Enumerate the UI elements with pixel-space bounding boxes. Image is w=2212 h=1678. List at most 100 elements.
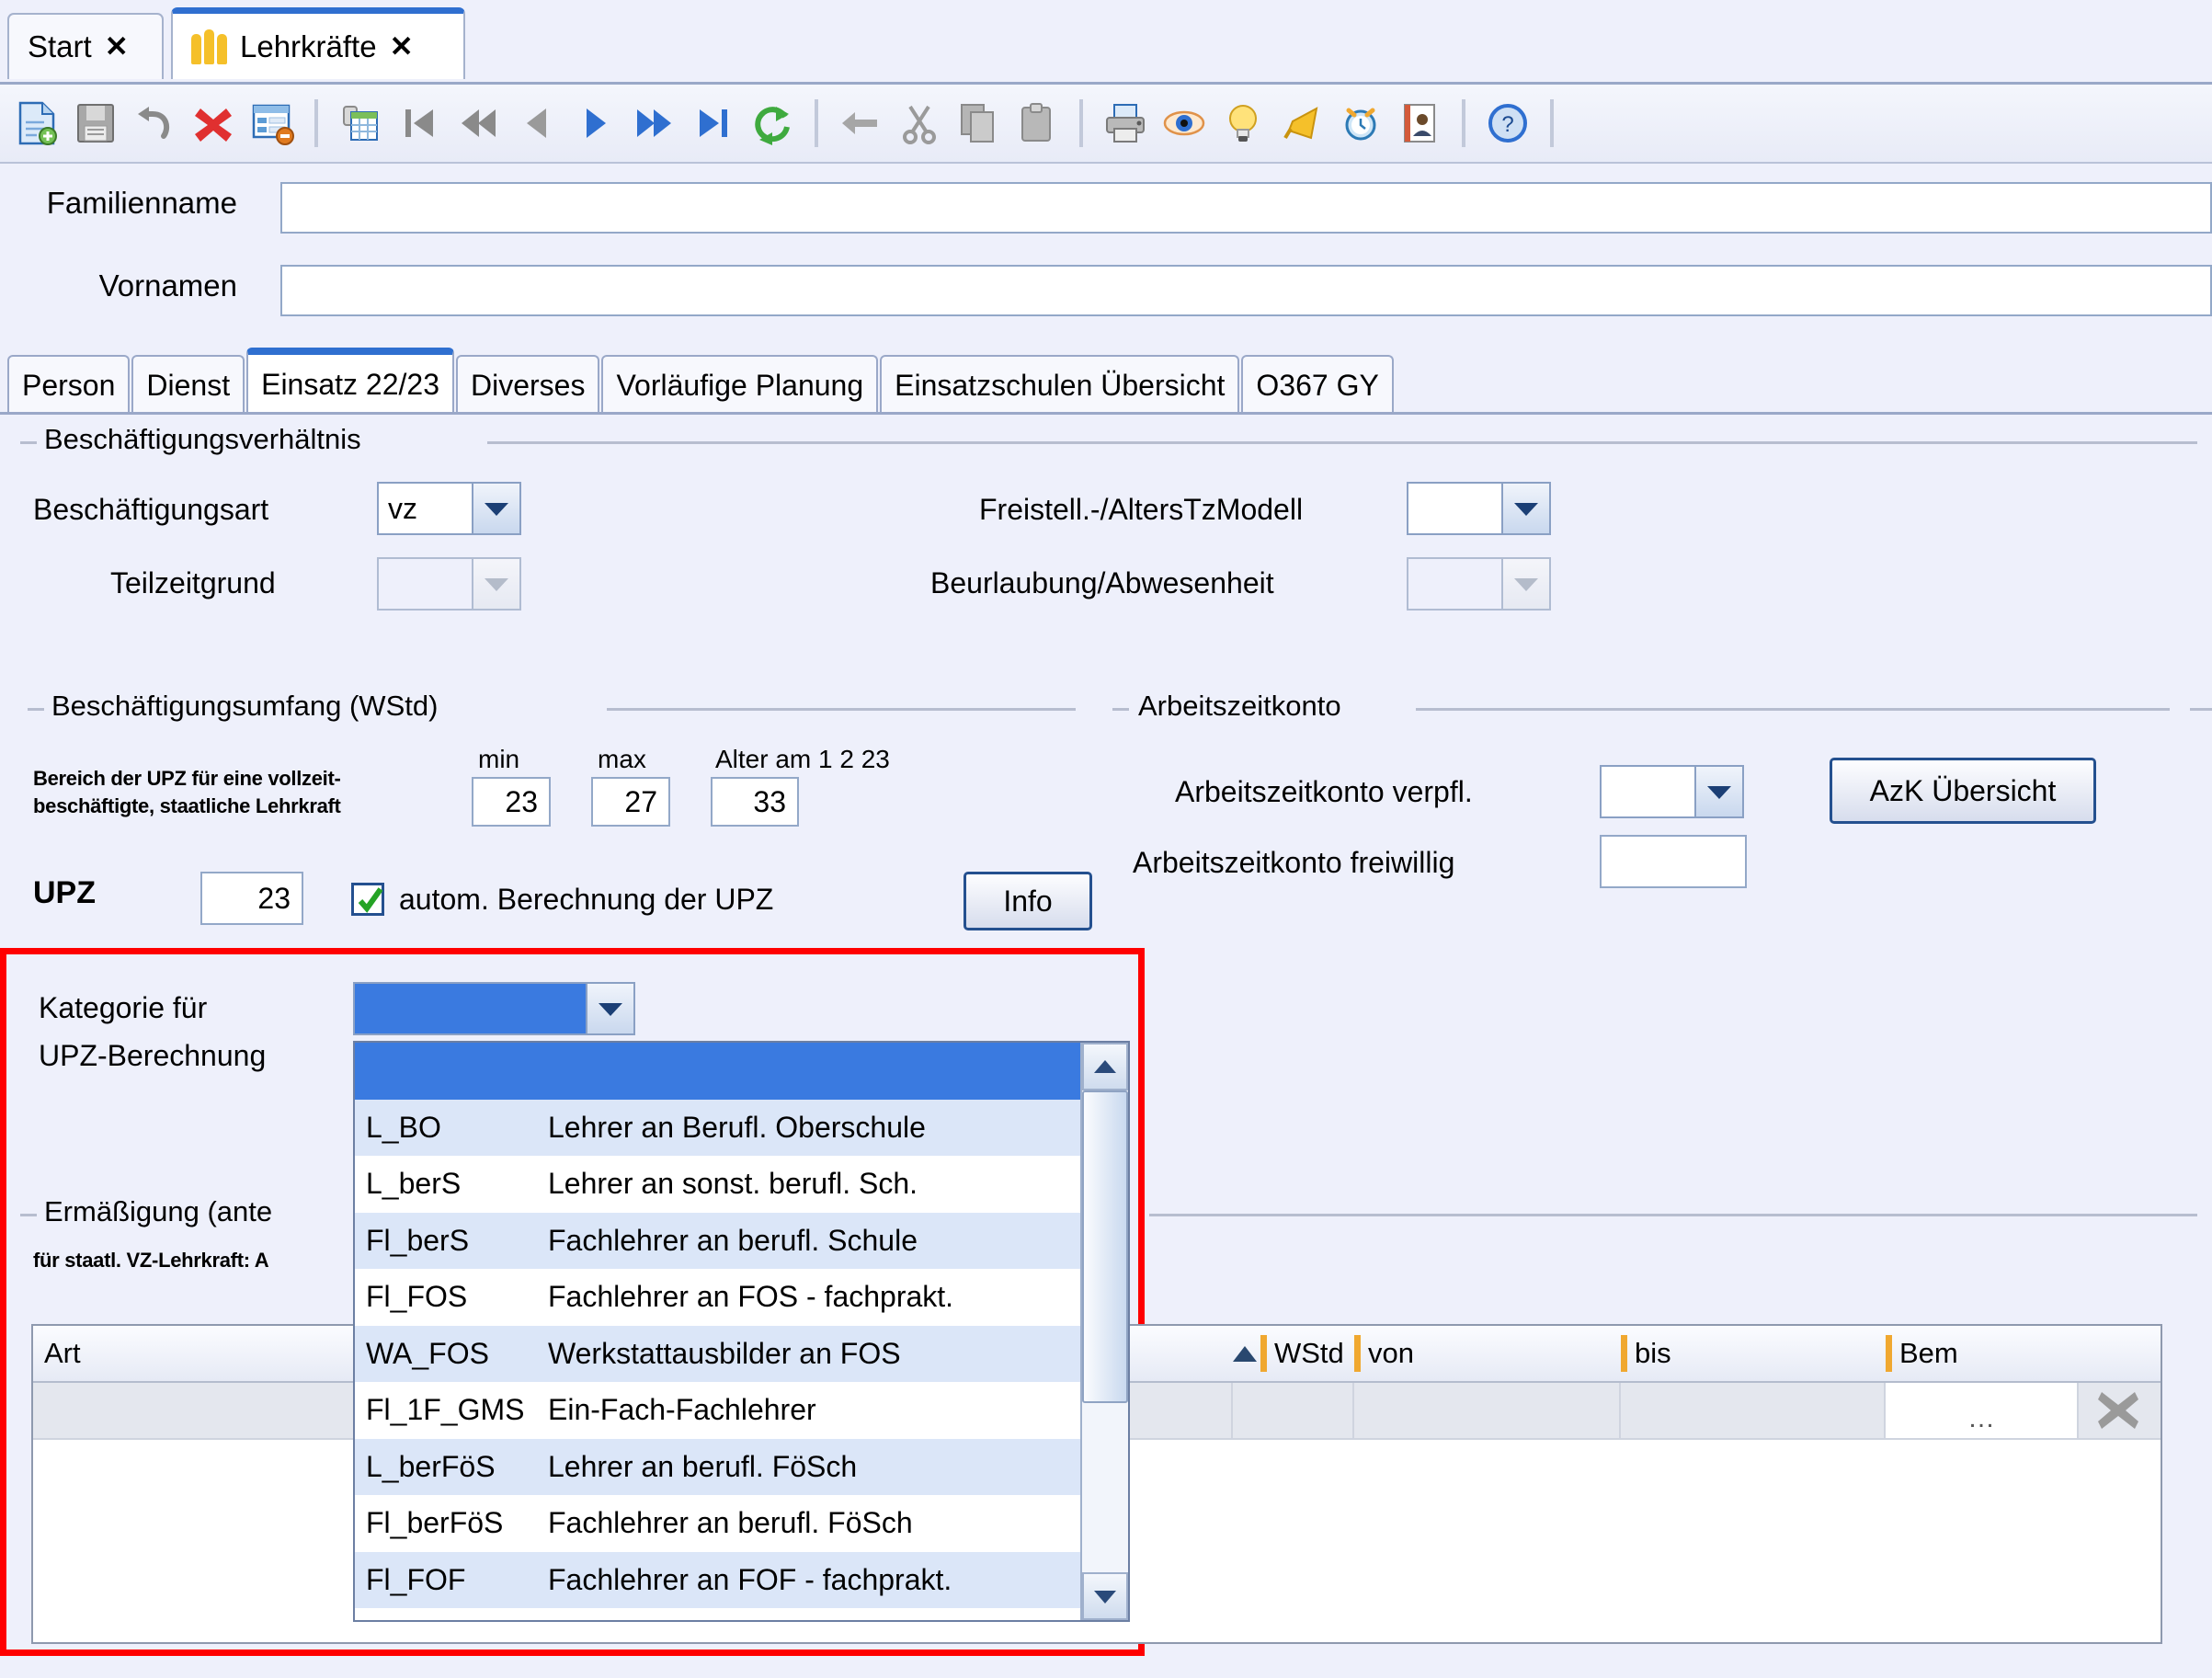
column-header-bis[interactable]: bis [1621,1325,1886,1382]
dropdown-option-l-berfoes[interactable]: L_berFöS Lehrer an berufl. FöSch [355,1438,1080,1495]
cell-wstd[interactable] [1233,1383,1354,1438]
tab-dienst[interactable]: Dienst [131,355,245,412]
scroll-down-icon[interactable] [1082,1572,1128,1620]
upz-value[interactable]: 23 [200,872,303,925]
dropdown-option-fl-bers[interactable]: Fl_berS Fachlehrer an berufl. Schule [355,1212,1080,1269]
column-header-von[interactable]: von [1354,1325,1621,1382]
help-icon[interactable]: ? [1478,94,1537,153]
chevron-down-icon[interactable] [1503,557,1551,611]
scrollbar-thumb[interactable] [1082,1090,1128,1403]
teilzeitgrund-combo[interactable] [377,557,521,611]
window-tab-label: Lehrkräfte [240,29,377,63]
fast-rewind-icon[interactable] [449,94,507,153]
undo-icon[interactable] [125,94,184,153]
chevron-down-icon[interactable] [587,982,635,1035]
delete-icon[interactable] [184,94,243,153]
dropdown-option-wa-fos[interactable]: WA_FOS Werkstattausbilder an FOS [355,1325,1080,1382]
option-text: Fachlehrer an berufl. Schule [548,1223,918,1257]
tab-person[interactable]: Person [7,355,131,412]
column-header-wstd[interactable]: WStd [1233,1325,1354,1382]
save-icon[interactable] [66,94,125,153]
back-arrow-icon[interactable] [831,94,890,153]
group-line [1149,1214,2197,1216]
option-code: Fl_FOF [366,1562,466,1596]
tab-diverses[interactable]: Diverses [456,355,600,412]
chevron-down-icon[interactable] [1696,765,1744,818]
max-value[interactable]: 27 [591,777,670,827]
group-line [487,441,2197,444]
beurlaubung-label: Beurlaubung/Abwesenheit [930,566,1274,599]
contact-icon[interactable] [1390,94,1449,153]
cell-bis[interactable] [1621,1383,1886,1438]
auto-upz-checkbox[interactable] [351,883,384,916]
window-tab-start[interactable]: Start ✕ [7,13,164,79]
column-divider [1621,1335,1627,1372]
list-view-icon[interactable] [331,94,390,153]
kategorie-dropdown-list[interactable]: L_BO Lehrer an Berufl. Oberschule L_berS… [353,1041,1130,1622]
toolbar-separator [1079,99,1083,147]
tab-o367-gy[interactable]: O367 GY [1241,355,1394,412]
beurlaubung-combo[interactable] [1407,557,1551,611]
new-document-icon[interactable] [7,94,66,153]
first-record-icon[interactable] [390,94,449,153]
azk-freiwillig-input[interactable] [1600,835,1747,888]
option-code: L_berFöS [366,1449,496,1483]
dropdown-option-l-bo[interactable]: L_BO Lehrer an Berufl. Oberschule [355,1099,1080,1156]
chevron-down-icon[interactable] [473,557,521,611]
dropdown-option-fl-1f-gms[interactable]: Fl_1F_GMS Ein-Fach-Fachlehrer [355,1382,1080,1439]
row-delete-icon[interactable] [2079,1383,2157,1438]
upz-note-line2: beschäftigte, staatliche Lehrkraft [33,794,341,817]
freistell-combo[interactable] [1407,482,1551,535]
scrollbar-track[interactable] [1082,1090,1128,1572]
alter-value[interactable]: 33 [711,777,799,827]
dropdown-scrollbar[interactable] [1080,1043,1128,1620]
dropdown-option-fl-berfoes[interactable]: Fl_berFöS Fachlehrer an berufl. FöSch [355,1495,1080,1552]
tab-einsatz[interactable]: Einsatz 22/23 [246,348,454,412]
vornamen-input[interactable] [280,265,2212,316]
alarm-icon[interactable] [1331,94,1390,153]
cell-von[interactable] [1354,1383,1621,1438]
dropdown-option-fl-fos[interactable]: Fl_FOS Fachlehrer an FOS - fachprakt. [355,1269,1080,1326]
tab-label: Dienst [146,368,231,402]
cell-bem-ellipsis-button[interactable]: … [1886,1383,2079,1438]
next-record-icon[interactable] [566,94,625,153]
info-button[interactable]: Info [963,872,1092,930]
azk-verpfl-combo[interactable] [1600,765,1744,818]
kategorie-combo[interactable] [353,982,635,1035]
kategorie-label-line1: Kategorie für [39,991,208,1024]
cut-icon[interactable] [890,94,949,153]
form-remove-icon[interactable] [243,94,302,153]
group-dash [1112,708,1129,711]
group-line [607,708,1076,711]
group-title-ermaessigung: Ermäßigung (ante [44,1195,273,1227]
beschaeftigungsart-combo[interactable]: vz [377,482,521,535]
vornamen-label: Vornamen [98,268,237,302]
refresh-icon[interactable] [743,94,802,153]
tab-einsatzschulen-uebersicht[interactable]: Einsatzschulen Übersicht [880,355,1240,412]
tab-vorlaeufige-planung[interactable]: Vorläufige Planung [601,355,879,412]
dropdown-option-fl-fof[interactable]: Fl_FOF Fachlehrer an FOF - fachprakt. [355,1551,1080,1608]
paste-icon[interactable] [1008,94,1066,153]
chevron-down-icon[interactable] [473,482,521,535]
window-tab-lehrkraefte[interactable]: Lehrkräfte ✕ [171,7,465,79]
copy-icon[interactable] [949,94,1008,153]
chevron-down-icon[interactable] [1503,482,1551,535]
announce-icon[interactable] [1272,94,1331,153]
familienname-input[interactable] [280,182,2212,234]
close-icon[interactable]: ✕ [105,30,129,63]
dropdown-option-l-bers[interactable]: L_berS Lehrer an sonst. berufl. Sch. [355,1156,1080,1213]
previous-record-icon[interactable] [507,94,566,153]
close-icon[interactable]: ✕ [390,30,414,63]
last-record-icon[interactable] [684,94,743,153]
azk-uebersicht-button[interactable]: AzK Übersicht [1830,758,2096,824]
column-header-bem[interactable]: Bem [1886,1325,2079,1382]
preview-icon[interactable] [1155,94,1214,153]
print-icon[interactable] [1096,94,1155,153]
min-value[interactable]: 23 [472,777,551,827]
hint-icon[interactable] [1214,94,1272,153]
ermaessigung-subtitle: für staatl. VZ-Lehrkraft: A [33,1249,269,1272]
freistell-label: Freistell.-/AltersTzModell [979,493,1304,526]
dropdown-option-empty[interactable] [355,1043,1080,1100]
scroll-up-icon[interactable] [1082,1043,1128,1090]
fast-forward-icon[interactable] [625,94,684,153]
